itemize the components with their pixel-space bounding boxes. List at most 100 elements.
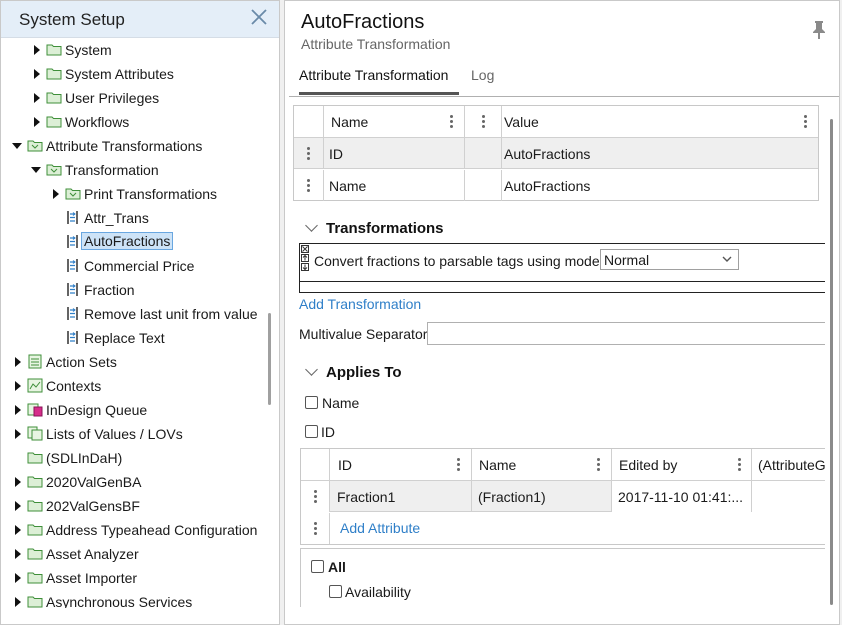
tree-item[interactable]: Commercial Price — [1, 254, 267, 278]
tab-log[interactable]: Log — [471, 67, 494, 95]
name-checkbox[interactable] — [305, 396, 318, 409]
content-scrollbar-thumb[interactable] — [830, 119, 833, 605]
collapsed-arrow-icon[interactable] — [15, 357, 21, 367]
collapsed-arrow-icon[interactable] — [15, 597, 21, 607]
tree-item[interactable]: Contexts — [1, 374, 267, 398]
tree-item-label: Print Transformations — [84, 186, 218, 202]
tree-item[interactable]: Asynchronous Services — [1, 590, 267, 608]
tree-item[interactable]: 2020ValGenBA — [1, 470, 267, 494]
collapse-transformations-icon[interactable] — [305, 219, 318, 232]
tree-item[interactable]: Attr_Trans — [1, 206, 267, 230]
column-menu-icon[interactable] — [482, 115, 485, 129]
edited-by-column-header[interactable]: Edited by — [612, 449, 752, 480]
mode-select[interactable]: Normal — [600, 249, 739, 270]
collapse-applies-to-icon[interactable] — [305, 363, 318, 376]
multivalue-separator-input[interactable] — [427, 322, 825, 345]
expanded-arrow-icon[interactable] — [12, 143, 22, 149]
flag-column-header[interactable] — [465, 106, 502, 137]
tree-item[interactable]: System — [1, 38, 267, 62]
edited-by-cell: 2017-11-10 01:41:... — [612, 481, 752, 512]
table-row[interactable]: Name AutoFractions — [294, 170, 818, 201]
collapsed-arrow-icon[interactable] — [15, 381, 21, 391]
collapsed-arrow-icon[interactable] — [15, 573, 21, 583]
close-icon[interactable] — [249, 7, 269, 27]
table-row[interactable]: ID AutoFractions — [294, 138, 818, 169]
tree-item[interactable]: Asset Importer — [1, 566, 267, 590]
drag-handle-icon[interactable] — [307, 179, 310, 193]
drag-handle-icon[interactable] — [314, 522, 317, 536]
tree-item[interactable]: Attribute Transformations — [1, 134, 267, 158]
tree-item[interactable]: Remove last unit from value — [1, 302, 267, 326]
item-controls — [300, 244, 310, 274]
column-menu-icon[interactable] — [597, 458, 600, 472]
tree-item[interactable]: Workflows — [1, 110, 267, 134]
add-transformation-link[interactable]: Add Transformation — [299, 296, 421, 312]
tab-attribute-transformation[interactable]: Attribute Transformation — [299, 67, 459, 95]
tree-item[interactable]: Asset Analyzer — [1, 542, 267, 566]
folder-icon — [46, 90, 62, 105]
system-tree: System System Attributes User Privileges Wo… — [1, 38, 267, 608]
drag-handle-icon[interactable] — [314, 490, 317, 504]
value-cell[interactable]: AutoFractions — [502, 138, 820, 169]
tree-scrollbar[interactable] — [268, 313, 271, 405]
tab-content: Name Value ID AutoFractions Name AutoFra… — [285, 97, 825, 607]
column-menu-icon[interactable] — [738, 458, 741, 472]
pin-icon[interactable] — [811, 20, 827, 40]
value-cell[interactable]: AutoFractions — [502, 170, 820, 201]
move-down-icon[interactable] — [301, 263, 309, 271]
name-column-header[interactable]: Name — [472, 449, 612, 480]
column-menu-icon[interactable] — [804, 115, 807, 129]
id-column-header[interactable]: ID — [330, 449, 472, 480]
tree-item[interactable]: User Privileges — [1, 86, 267, 110]
column-menu-icon[interactable] — [450, 115, 453, 129]
row-handle[interactable] — [301, 481, 330, 512]
collapsed-arrow-icon[interactable] — [15, 501, 21, 511]
tree-item[interactable]: (SDLInDaH) — [1, 446, 267, 470]
name-checkbox-label: Name — [322, 395, 360, 411]
collapsed-arrow-icon[interactable] — [34, 45, 40, 55]
collapsed-arrow-icon[interactable] — [15, 549, 21, 559]
row-handle[interactable] — [301, 513, 330, 544]
collapsed-arrow-icon[interactable] — [15, 525, 21, 535]
tree-item[interactable]: Action Sets — [1, 350, 267, 374]
transform-item-icon — [65, 234, 81, 249]
tree-item-label: Fraction — [84, 282, 135, 298]
collapsed-arrow-icon[interactable] — [15, 405, 21, 415]
tree-item[interactable]: System Attributes — [1, 62, 267, 86]
add-attribute-link[interactable]: Add Attribute — [340, 520, 420, 536]
tree-item[interactable]: InDesign Queue — [1, 398, 267, 422]
tree-item[interactable]: Replace Text — [1, 326, 267, 350]
attribute-grid: Name Value ID AutoFractions Name AutoFra… — [293, 105, 819, 201]
tree-item[interactable]: Fraction — [1, 278, 267, 302]
transformation-item: Convert fractions to parsable tags using… — [299, 243, 825, 293]
tree-item[interactable]: AutoFractions — [1, 230, 267, 254]
value-column-header[interactable]: Value — [502, 106, 820, 137]
tree-item[interactable]: Print Transformations — [1, 182, 267, 206]
tree-item[interactable]: Address Typeahead Configuration — [1, 518, 267, 542]
collapsed-arrow-icon[interactable] — [15, 429, 21, 439]
all-checkbox[interactable] — [311, 560, 324, 573]
collapsed-arrow-icon[interactable] — [34, 93, 40, 103]
collapsed-arrow-icon[interactable] — [53, 189, 59, 199]
tree-item[interactable]: Transformation — [1, 158, 267, 182]
contexts-icon — [27, 378, 43, 393]
expanded-arrow-icon[interactable] — [31, 167, 41, 173]
row-handle[interactable] — [294, 138, 324, 169]
tree-item[interactable]: 202ValGensBF — [1, 494, 267, 518]
collapsed-arrow-icon[interactable] — [15, 477, 21, 487]
row-handle[interactable] — [294, 170, 324, 201]
add-row: Add Attribute — [301, 513, 825, 544]
collapsed-arrow-icon[interactable] — [34, 117, 40, 127]
move-up-icon[interactable] — [301, 254, 309, 262]
collapsed-arrow-icon[interactable] — [34, 69, 40, 79]
remove-icon[interactable] — [301, 245, 309, 253]
drag-handle-icon[interactable] — [307, 147, 310, 161]
table-row[interactable]: Fraction1 (Fraction1) 2017-11-10 01:41:.… — [301, 481, 825, 512]
availability-checkbox[interactable] — [329, 585, 342, 598]
folder-icon — [27, 546, 43, 561]
id-checkbox[interactable] — [305, 425, 318, 438]
name-column-header[interactable]: Name — [324, 106, 465, 137]
tree-item[interactable]: Lists of Values / LOVs — [1, 422, 267, 446]
attribute-group-column-header[interactable]: (AttributeG — [752, 449, 825, 480]
column-menu-icon[interactable] — [457, 458, 460, 472]
